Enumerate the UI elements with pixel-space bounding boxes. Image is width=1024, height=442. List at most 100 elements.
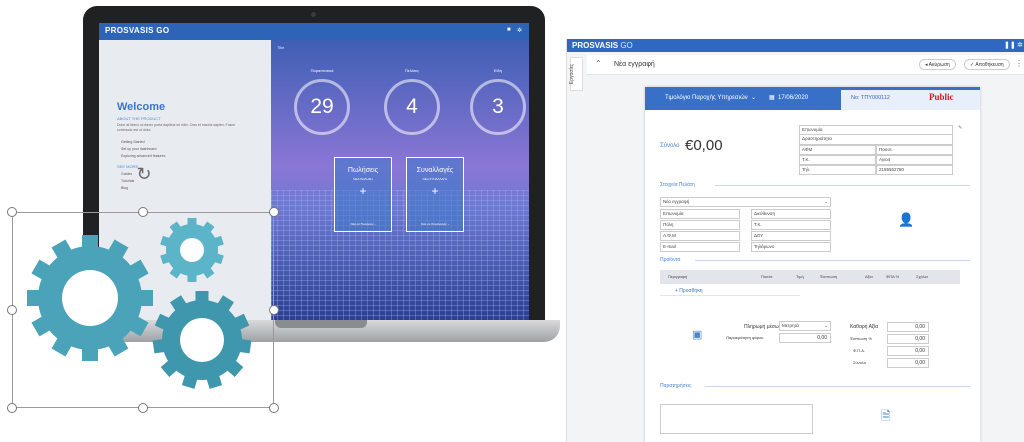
sales-card[interactable]: Πωλήσεις ΝΕΑ ΠΩΛΗΣΗ + Νέα σε Πωλήσεις › xyxy=(334,157,392,232)
gear-icon[interactable]: ✲ xyxy=(1017,41,1024,49)
resize-handle[interactable] xyxy=(7,207,17,217)
resize-handle[interactable] xyxy=(269,207,279,217)
total-value: €0,00 xyxy=(685,137,723,154)
side-tab-tasks[interactable]: Εργασίες xyxy=(569,57,583,91)
total-label: Καθαρή Αξία xyxy=(850,324,879,330)
customer-address-field[interactable]: Διεύθυνση xyxy=(751,209,831,219)
laptop-notch xyxy=(275,320,367,328)
notes-textarea[interactable] xyxy=(660,404,813,434)
issuer-vat: Ποσοτ. xyxy=(876,145,953,155)
app-logo: PROSVASIS GO xyxy=(572,41,633,50)
breadcrumb-bar: ⌃ Νέα εγγραφή ◂ Ακύρωση ✓ Αποθήκευση ⋮ xyxy=(587,55,1024,75)
resize-handle[interactable] xyxy=(7,403,17,413)
total-value: 0,00 xyxy=(887,346,929,356)
lines-section-title: Προϊόντα xyxy=(660,257,681,263)
chevron-up-icon[interactable]: ⌃ xyxy=(595,59,602,68)
col-header: ΦΠΑ % xyxy=(886,274,900,279)
screen-gear-icon[interactable]: ✲ xyxy=(517,27,523,34)
total-value[interactable]: 0,00 xyxy=(887,334,929,344)
plus-icon: + xyxy=(431,184,439,198)
customer-name-field[interactable]: Επωνυμία xyxy=(660,209,740,219)
invoice-sheet: Τιμολόγιο Παροχής Υπηρεσιών ⌄ ▦ 17/06/20… xyxy=(645,87,980,442)
stat-ring-documents[interactable]: 29 xyxy=(294,79,350,135)
bullet-item: Set up your dashboard xyxy=(121,147,157,151)
webcam xyxy=(311,12,316,17)
edit-icon[interactable]: ✎ xyxy=(958,125,962,131)
plus-icon: + xyxy=(359,184,367,198)
stat-label: Παραστατικά xyxy=(310,68,334,73)
withholding-value[interactable]: 0,00 xyxy=(779,333,831,343)
dashboard-date: Title xyxy=(277,45,285,50)
issuer-activity: Δραστηριότητα xyxy=(799,135,953,145)
total-value: 0,00 xyxy=(887,322,929,332)
resize-handle[interactable] xyxy=(138,403,148,413)
rotate-handle-icon[interactable]: ↻ xyxy=(133,163,155,185)
issuer-zip-label: Τ.Κ. xyxy=(799,155,876,165)
total-value: 0,00 xyxy=(887,358,929,368)
issuer-vat-label: ΑΦΜ xyxy=(799,145,876,155)
doc-type-select[interactable]: Τιμολόγιο Παροχής Υπηρεσιών ⌄ xyxy=(665,94,756,101)
total-label: Σύνολο xyxy=(853,360,866,365)
withholding-label: Παρακράτηση φόρου xyxy=(726,335,764,340)
col-header: Περιγραφή xyxy=(668,274,688,279)
notes-section-title: Παρατηρήσεις xyxy=(660,383,692,389)
screen-grid-icon[interactable]: ■ xyxy=(507,27,513,33)
card-title: Συναλλαγές xyxy=(416,167,454,174)
customer-email-field[interactable]: E-mail xyxy=(660,242,740,252)
screen-topbar: PROSVASIS GO ■ ✲ xyxy=(99,23,529,40)
save-button[interactable]: ✓ Αποθήκευση xyxy=(964,59,1010,70)
issuer-city: Αγιο4 xyxy=(876,155,953,165)
card-link[interactable]: Νέα σε Πωλήσεις › xyxy=(335,222,391,226)
doc-date[interactable]: ▦ 17/06/2020 xyxy=(769,94,808,101)
brand-logo: Public xyxy=(929,92,954,102)
divider xyxy=(705,386,970,387)
pause-icon[interactable]: ❚❚ xyxy=(1004,41,1016,49)
lines-table-header: Περιγραφή Ποσότ. Τιμή Έκπτωση Αξία ΦΠΑ %… xyxy=(660,270,960,284)
customer-select[interactable]: Νέα εγγραφή ⌄ xyxy=(660,197,831,207)
resize-handle[interactable] xyxy=(269,305,279,315)
see-more-item[interactable]: Guides xyxy=(121,172,132,176)
issuer-phone: 2155552780 xyxy=(876,165,953,175)
more-icon[interactable]: ⋮ xyxy=(1015,59,1023,68)
divider xyxy=(715,185,970,186)
customer-phone-field[interactable]: Τηλέφωνο xyxy=(751,242,831,252)
customer-city-field[interactable]: Πόλη xyxy=(660,220,740,230)
payment-select[interactable]: Μετρητά ⌄ xyxy=(779,321,831,331)
customer-avatar-icon: 👤 xyxy=(898,212,915,227)
stat-ring-customers[interactable]: 4 xyxy=(384,79,440,135)
breadcrumb: Νέα εγγραφή xyxy=(614,61,655,68)
about-title: ABOUT THE PRODUCT xyxy=(117,116,161,121)
card-link[interactable]: Νέα σε Συναλλαγές › xyxy=(407,222,463,226)
image-placeholder-icon[interactable]: ▣ xyxy=(692,328,702,341)
document-icon[interactable]: 🗎 xyxy=(881,407,891,428)
payment-label: Πληρωμή μέσω xyxy=(744,324,779,330)
col-header: Αξία xyxy=(865,274,873,279)
issuer-name: Επωνυμία xyxy=(799,125,953,135)
invoice-header: Τιμολόγιο Παροχής Υπηρεσιών ⌄ ▦ 17/06/20… xyxy=(645,87,980,110)
divider xyxy=(695,260,970,261)
customer-section-title: Στοιχεία Πελάτη xyxy=(660,182,695,188)
customer-vat-field[interactable]: Α.Φ.Μ xyxy=(660,231,740,241)
col-header: Ποσότ. xyxy=(761,274,774,279)
resize-handle[interactable] xyxy=(7,305,17,315)
col-header: Τιμή xyxy=(796,274,804,279)
card-subtitle: ΝΕΑ ΣΥΝΑΛΛΑΓΗ xyxy=(422,177,448,181)
resize-handle[interactable] xyxy=(138,207,148,217)
issuer-phone-label: Τηλ. xyxy=(799,165,876,175)
resize-handle[interactable] xyxy=(269,403,279,413)
add-line-button[interactable]: + Προσθήκη xyxy=(675,288,702,294)
total-label: Σύνολο xyxy=(660,143,680,149)
transactions-card[interactable]: Συναλλαγές ΝΕΑ ΣΥΝΑΛΛΑΓΗ + Νέα σε Συναλλ… xyxy=(406,157,464,232)
customer-doy-field[interactable]: ΔΟΥ xyxy=(751,231,831,241)
cancel-button[interactable]: ◂ Ακύρωση xyxy=(919,59,956,70)
see-more-item[interactable]: Blog xyxy=(121,186,128,190)
stat-ring-items[interactable]: 3 xyxy=(470,79,526,135)
total-label: Φ.Π.Α. xyxy=(853,348,866,353)
stat-label: Πελάτες xyxy=(404,68,420,73)
about-text: Dolor at libero ut donec porta dapibus m… xyxy=(117,123,236,132)
bullet-item: Getting Started xyxy=(121,140,145,144)
invoice-app-window: PROSVASIS GO ❚❚ ✲ Εργασίες ⌃ Νέα εγγραφή… xyxy=(566,39,1024,442)
card-title: Πωλήσεις xyxy=(347,167,379,174)
col-header: Σχόλια xyxy=(916,274,928,279)
customer-zip-field[interactable]: Τ.Κ. xyxy=(751,220,831,230)
